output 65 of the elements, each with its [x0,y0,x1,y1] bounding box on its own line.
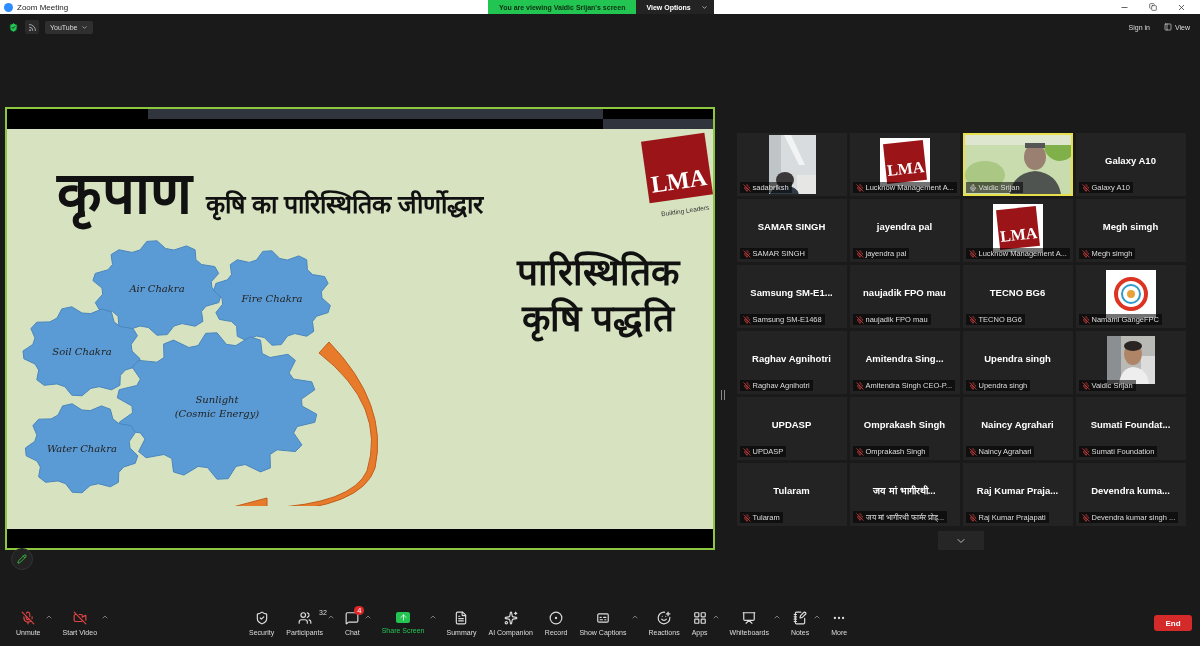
participant-name: Upendra singh [984,353,1051,364]
participant-name: Sumati Foundat... [1090,419,1171,430]
participant-name: Megh simgh [1102,221,1159,232]
participant-name: naujadik FPO mau [863,287,946,298]
caret-icon[interactable] [101,613,110,621]
gear: Water Chakra [24,403,139,494]
emblem-logo [1105,269,1156,318]
shield-icon[interactable] [8,21,19,33]
annotate-button[interactable] [11,548,33,570]
shield-icon [254,610,269,625]
gear: Soil Chakra [22,306,141,397]
caret-icon [700,3,708,11]
zoom-logo-icon [4,2,13,12]
slide-subtitle: कृषि का पारिस्थितिक जीर्णोद्धार [206,186,483,220]
caret-icon[interactable] [326,613,335,621]
captions-icon [595,610,610,625]
window-title: Zoom Meeting [17,2,69,12]
participant-name: Devendra kuma... [1091,485,1170,496]
notebook-icon [793,610,808,625]
smiley-icon [657,610,672,625]
caret-icon[interactable] [44,613,53,621]
layout-icon [1163,23,1172,31]
participant-name: Raj Kumar Praja... [976,485,1059,496]
caret-icon[interactable] [363,613,372,621]
participant-name: जय मां भागीरथी... [873,484,936,497]
close-icon[interactable] [1177,2,1186,12]
chat-icon [345,610,360,625]
participant-name: Naincy Agrahari [981,419,1054,430]
slide-title: कृपाण [57,149,192,236]
caret-icon[interactable] [772,613,781,621]
share-screen-icon [396,612,411,623]
caret-icon[interactable] [630,613,639,621]
organization-logo: LMA [992,203,1043,252]
restore-icon[interactable] [1149,2,1157,11]
end-meeting-button[interactable]: End [1154,615,1192,631]
people-icon [297,610,312,625]
participant-name: Raghav Agnihotri [752,353,831,364]
gear: Air Chakra [92,240,222,336]
record-icon [549,610,564,625]
participant-name: Omprakash Singh [863,419,946,430]
drag-handle-icon[interactable] [721,390,725,400]
sparkle-icon [503,610,518,625]
participant-name: jayendra pal [876,221,933,232]
caret-icon[interactable] [813,613,822,621]
pencil-icon [17,554,27,564]
caret-icon[interactable] [711,613,720,621]
gear: Fire Chakra [213,250,331,346]
participant-name: Samsung SM-E1... [750,287,833,298]
participant-name: SAMAR SINGH [757,221,826,232]
lma-logo: LMA [641,132,713,204]
rss-icon[interactable] [25,20,39,34]
caret-icon[interactable] [428,613,437,621]
gear: Sunlight (Cosmic Energy) [116,332,318,480]
caret-icon [80,23,88,31]
participant-name: Tularam [773,485,810,496]
participant-name: UPDASP [771,419,812,430]
participant-name: TECNO BG6 [989,287,1046,298]
grid-icon [692,610,707,625]
participant-name: Amitendra Sing... [865,353,944,364]
slide-heading: पारिस्थितिक [517,250,679,295]
whiteboard-icon [742,610,757,625]
slide-heading: कृषि पद्धति [522,296,674,343]
organization-logo: LMA [879,137,930,186]
participant-name: Galaxy A10 [1105,155,1156,166]
document-icon [454,610,469,625]
